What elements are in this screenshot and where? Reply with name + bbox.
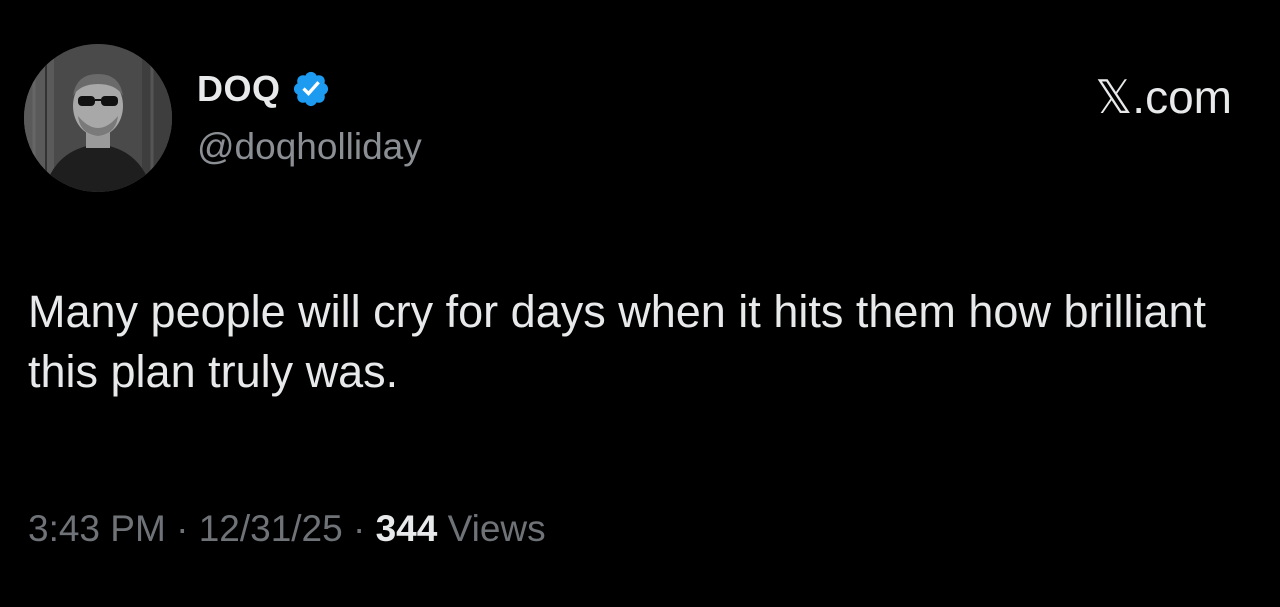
views-count[interactable]: 344 bbox=[376, 508, 438, 549]
views-label: Views bbox=[447, 508, 546, 549]
tweet-card: DOQ @doqholliday 𝕏.com Many people will … bbox=[0, 0, 1280, 607]
avatar[interactable] bbox=[24, 44, 172, 192]
tweet-text: Many people will cry for days when it hi… bbox=[28, 286, 1206, 397]
author-name-row[interactable]: DOQ bbox=[197, 66, 331, 112]
tweet-meta: 3:43 PM · 12/31/25 · 344 Views bbox=[28, 508, 546, 550]
verified-badge-icon bbox=[291, 69, 331, 109]
author-handle[interactable]: @doqholliday bbox=[197, 126, 422, 168]
meta-separator: · bbox=[176, 508, 189, 549]
tweet-date[interactable]: 12/31/25 bbox=[199, 508, 343, 549]
author-display-name[interactable]: DOQ bbox=[197, 68, 281, 110]
x-com-logo: 𝕏.com bbox=[1095, 71, 1232, 123]
tweet-time[interactable]: 3:43 PM bbox=[28, 508, 166, 549]
meta-separator: · bbox=[353, 508, 366, 549]
avatar-photo bbox=[24, 44, 172, 192]
